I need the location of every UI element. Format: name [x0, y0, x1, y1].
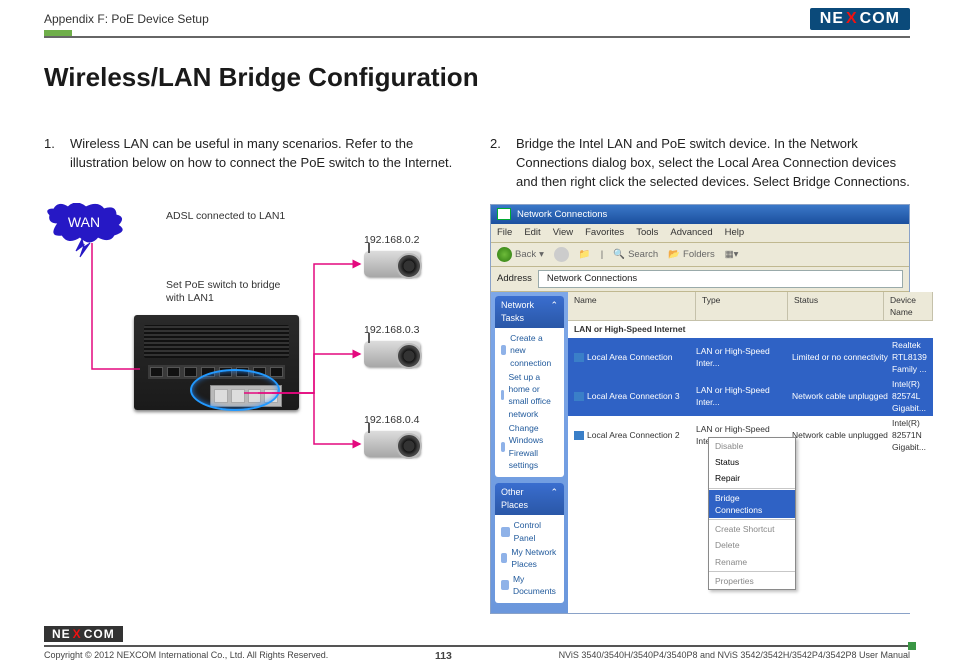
place-icon	[501, 580, 509, 590]
sidebar: Network Tasks⌃ Create a new connection S…	[491, 292, 568, 614]
folders-button[interactable]: 📂 Folders	[668, 248, 715, 262]
network-connections-window: Network Connections File Edit View Favor…	[490, 204, 910, 615]
address-field[interactable]: Network Connections	[538, 270, 903, 288]
ctx-status[interactable]: Status	[709, 454, 795, 470]
page-footer: NEXCOM Copyright © 2012 NEXCOM Internati…	[44, 625, 910, 662]
other-places-panel: Other Places⌃ Control Panel My Network P…	[495, 483, 564, 603]
list-category: LAN or High-Speed Internet	[568, 321, 933, 337]
menu-edit[interactable]: Edit	[524, 226, 540, 240]
content-columns: 1. Wireless LAN can be useful in many sc…	[0, 107, 954, 614]
window-toolbar: Back▾ 📁 | 🔍 Search 📂 Folders ▦▾	[491, 243, 909, 267]
footer-logo: NEXCOM	[44, 626, 123, 642]
poe-highlight-circle	[190, 369, 280, 411]
ctx-disable[interactable]: Disable	[709, 438, 795, 454]
other-places-heading: Other Places	[501, 486, 550, 512]
menu-help[interactable]: Help	[725, 226, 745, 240]
connection-icon	[574, 353, 584, 362]
up-button[interactable]: 📁	[579, 248, 591, 262]
header-rule	[44, 36, 910, 38]
connection-icon	[574, 431, 584, 440]
collapse-icon[interactable]: ⌃	[550, 299, 558, 325]
place-icon	[501, 527, 510, 537]
menu-favorites[interactable]: Favorites	[585, 226, 624, 240]
context-menu: Disable Status Repair Bridge Connections…	[708, 437, 796, 591]
col-name[interactable]: Name	[568, 292, 696, 321]
task-icon	[501, 390, 504, 400]
step-1-text: Wireless LAN can be useful in many scena…	[70, 135, 462, 173]
page-number: 113	[435, 650, 452, 662]
network-diagram: WAN ADSL connected to LAN1 Set PoE switc…	[44, 203, 462, 513]
place-my-network[interactable]: My Network Places	[501, 546, 558, 571]
ip-label-1: 192.168.0.2	[364, 233, 419, 248]
window-title: Network Connections	[517, 208, 607, 222]
place-control-panel[interactable]: Control Panel	[501, 519, 558, 544]
search-button[interactable]: 🔍 Search	[613, 248, 658, 262]
network-tasks-panel: Network Tasks⌃ Create a new connection S…	[495, 296, 564, 478]
back-button[interactable]: Back▾	[497, 247, 544, 262]
menu-tools[interactable]: Tools	[636, 226, 658, 240]
poe-note: Set PoE switch to bridge with LAN1	[166, 279, 286, 305]
ip-label-2: 192.168.0.3	[364, 323, 419, 338]
content-pane: Name Type Status Device Name LAN or High…	[568, 292, 933, 614]
col-right: 2. Bridge the Intel LAN and PoE switch d…	[490, 135, 910, 614]
wan-cloud-icon: WAN	[44, 203, 130, 259]
step-1-number: 1.	[44, 135, 58, 173]
camera-icon-2	[364, 341, 420, 367]
ctx-rename[interactable]: Rename	[709, 554, 795, 570]
place-icon	[501, 553, 507, 563]
views-button[interactable]: ▦▾	[725, 248, 739, 262]
window-icon	[497, 208, 511, 220]
menu-file[interactable]: File	[497, 226, 512, 240]
ctx-shortcut[interactable]: Create Shortcut	[709, 521, 795, 537]
col-device[interactable]: Device Name	[884, 292, 933, 321]
network-tasks-heading: Network Tasks	[501, 299, 550, 325]
step-2: 2. Bridge the Intel LAN and PoE switch d…	[490, 135, 910, 192]
step-2-text: Bridge the Intel LAN and PoE switch devi…	[516, 135, 910, 192]
page-title: Wireless/LAN Bridge Configuration	[44, 62, 954, 93]
connection-icon	[574, 392, 584, 401]
window-body: Network Tasks⌃ Create a new connection S…	[491, 292, 909, 614]
ctx-bridge[interactable]: Bridge Connections	[709, 490, 795, 519]
task-setup-network[interactable]: Set up a home or small office network	[501, 371, 558, 420]
task-icon	[501, 345, 506, 355]
footer-rule	[44, 645, 910, 647]
copyright: Copyright © 2012 NEXCOM International Co…	[44, 650, 328, 662]
list-header: Name Type Status Device Name	[568, 292, 933, 322]
window-titlebar: Network Connections	[491, 205, 909, 225]
list-row-2[interactable]: Local Area Connection 3 LAN or High-Spee…	[568, 377, 933, 416]
page-header: Appendix F: PoE Device Setup NEXCOM	[0, 0, 954, 36]
forward-icon[interactable]	[554, 247, 569, 262]
camera-icon-1	[364, 251, 420, 277]
adsl-label: ADSL connected to LAN1	[166, 209, 285, 224]
step-2-number: 2.	[490, 135, 504, 192]
address-bar: Address Network Connections	[491, 267, 909, 292]
step-1: 1. Wireless LAN can be useful in many sc…	[44, 135, 462, 173]
task-create-connection[interactable]: Create a new connection	[501, 332, 558, 369]
col-type[interactable]: Type	[696, 292, 788, 321]
task-firewall[interactable]: Change Windows Firewall settings	[501, 422, 558, 471]
ctx-properties[interactable]: Properties	[709, 573, 795, 589]
poe-device-icon	[134, 315, 299, 410]
header-green-tab	[44, 30, 72, 36]
window-menubar: File Edit View Favorites Tools Advanced …	[491, 224, 909, 243]
manual-title: NViS 3540/3540H/3540P4/3540P8 and NViS 3…	[559, 650, 910, 662]
col-status[interactable]: Status	[788, 292, 884, 321]
ip-label-3: 192.168.0.4	[364, 413, 419, 428]
appendix-title: Appendix F: PoE Device Setup	[44, 12, 209, 26]
task-icon	[501, 442, 505, 452]
menu-advanced[interactable]: Advanced	[670, 226, 712, 240]
list-row-1[interactable]: Local Area Connection LAN or High-Speed …	[568, 338, 933, 377]
ctx-delete[interactable]: Delete	[709, 537, 795, 553]
address-label: Address	[497, 272, 532, 286]
collapse-icon[interactable]: ⌃	[550, 486, 558, 512]
col-left: 1. Wireless LAN can be useful in many sc…	[44, 135, 462, 614]
brand-logo: NEXCOM	[810, 8, 910, 30]
wan-label: WAN	[68, 214, 100, 230]
menu-view[interactable]: View	[553, 226, 573, 240]
back-icon	[497, 247, 512, 262]
place-my-documents[interactable]: My Documents	[501, 573, 558, 598]
camera-icon-3	[364, 431, 420, 457]
ctx-repair[interactable]: Repair	[709, 470, 795, 486]
